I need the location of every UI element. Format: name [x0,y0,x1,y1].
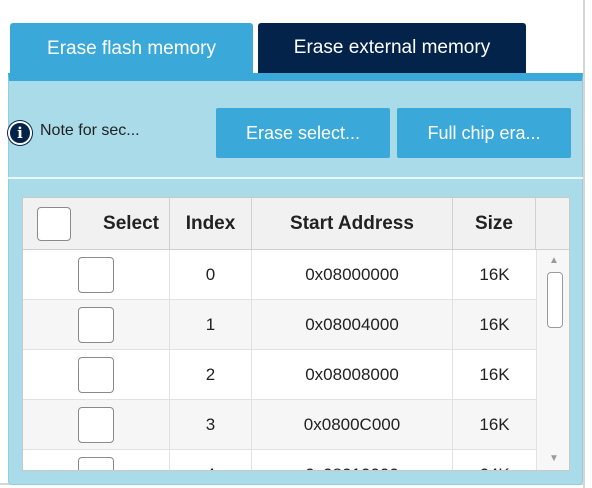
table-row[interactable]: 1 0x08004000 16K [23,300,536,350]
column-header-filler [536,198,569,250]
row-checkbox[interactable] [78,257,114,293]
row-checkbox[interactable] [78,407,114,443]
select-cell [23,300,170,350]
row-checkbox[interactable] [78,307,114,343]
size-cell: 16K [479,315,510,334]
select-cell [23,350,170,400]
tab-erase-flash-memory[interactable]: Erase flash memory [10,23,253,75]
index-cell: 4 [170,450,252,470]
chevron-up-icon[interactable]: ▲ [537,250,569,270]
erase-selected-button[interactable]: Erase select... [216,108,390,158]
start-address-cell: 0x08010000 [252,450,453,470]
full-chip-erase-button[interactable]: Full chip era... [397,108,571,158]
index-cell: 2 [170,350,252,400]
sectors-table: Select Index Start Address Size 0 0x0800… [22,197,570,471]
right-divider [583,0,585,488]
select-cell [23,450,170,470]
size-cell: 16K [479,415,510,434]
table-header: Select Index Start Address Size [23,198,569,250]
table-row[interactable]: 0 0x08000000 16K [23,250,536,300]
start-address-cell: 0x08004000 [252,300,453,350]
table-row[interactable]: 4 0x08010000 64K [23,450,536,470]
toolbar-separator [8,177,583,179]
column-header-start-address[interactable]: Start Address [252,198,453,250]
table-body: 0 0x08000000 16K 1 0x08004000 16K 2 0x08… [23,250,536,470]
scrollbar-thumb[interactable] [547,272,563,328]
start-address-cell: 0x08008000 [252,350,453,400]
select-cell [23,250,170,300]
tab-erase-external-memory[interactable]: Erase external memory [258,23,526,73]
select-all-checkbox[interactable] [37,207,71,241]
column-header-size[interactable]: Size [453,198,536,250]
index-cell: 0 [170,250,252,300]
column-header-index[interactable]: Index [170,198,252,250]
row-checkbox[interactable] [78,457,114,470]
start-address-cell: 0x08000000 [252,250,453,300]
row-checkbox[interactable] [78,357,114,393]
note-text: Note for sec... [40,122,140,139]
index-cell: 3 [170,400,252,450]
select-cell [23,400,170,450]
size-cell: 16K [479,365,510,384]
chevron-down-icon[interactable]: ▼ [537,448,569,468]
size-cell: 16K [479,265,510,284]
column-header-select-label: Select [103,213,159,234]
table-row[interactable]: 3 0x0800C000 16K [23,400,536,450]
size-cell: 64K [453,450,536,470]
table-row[interactable]: 2 0x08008000 16K [23,350,536,400]
vertical-scrollbar[interactable]: ▲ ▼ [536,250,569,470]
index-cell: 1 [170,300,252,350]
start-address-cell: 0x0800C000 [252,400,453,450]
info-icon: i [8,121,32,145]
